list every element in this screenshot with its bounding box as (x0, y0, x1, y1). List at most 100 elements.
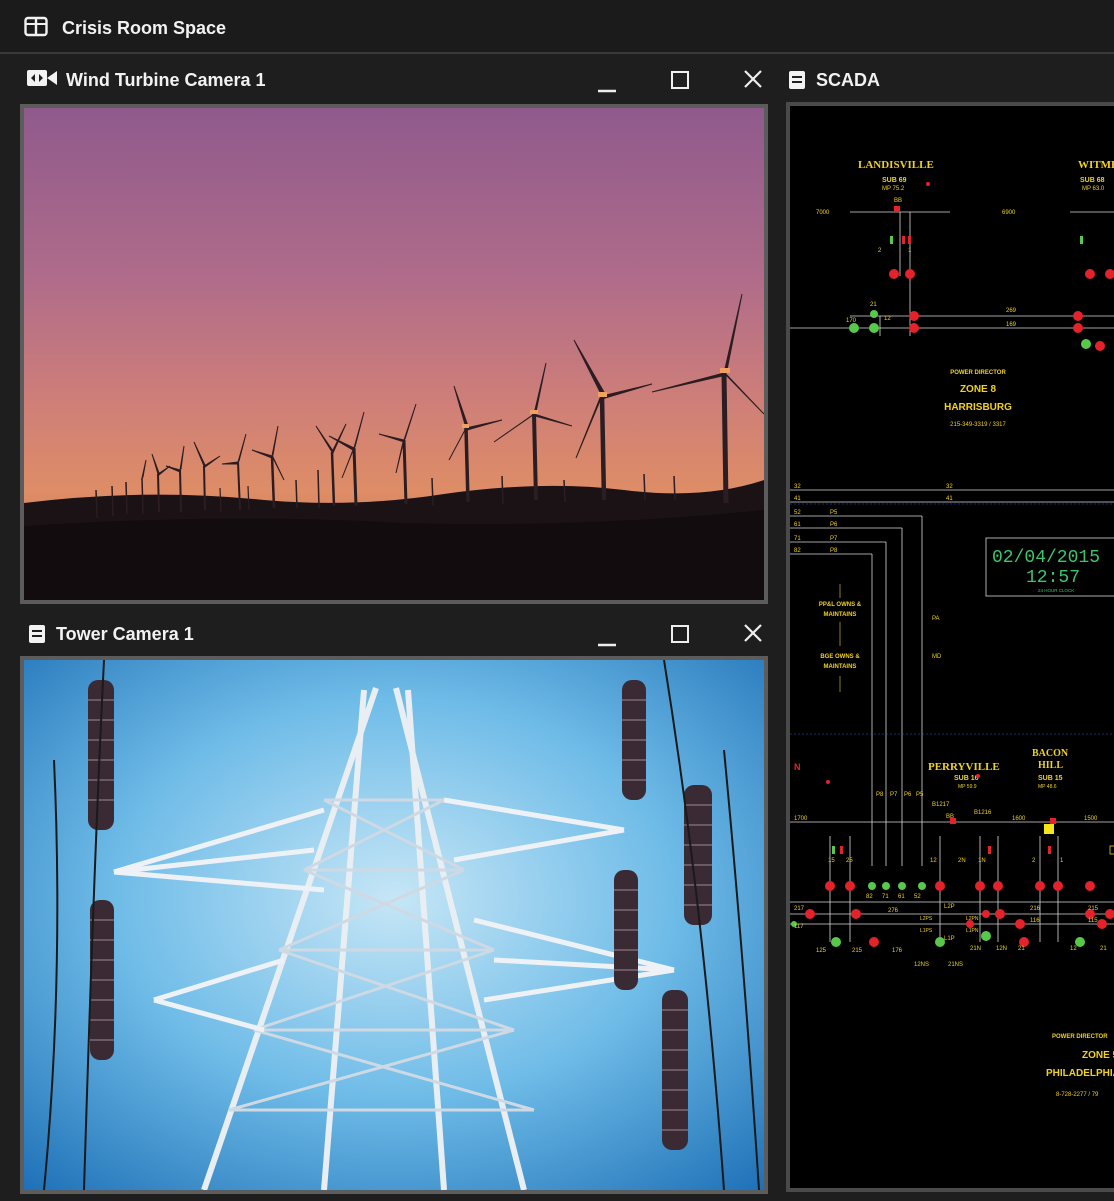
line-label: 215 (1088, 906, 1099, 912)
line-label: L2P (944, 904, 955, 910)
line-label: L2PS (920, 916, 933, 922)
line-label: 52 (914, 894, 921, 900)
line-label: 25 (846, 858, 853, 864)
bus-label: P8 (830, 548, 838, 554)
scada-panel-title: SCADA (816, 70, 881, 90)
state-label: PA (932, 616, 940, 622)
sub-id: SUB 15 (1038, 775, 1063, 782)
sub-name: BACON (1032, 748, 1069, 759)
app-title: Crisis Room Space (62, 18, 227, 38)
line-label: 2N (958, 858, 966, 864)
line-label: 12 (884, 316, 891, 322)
close-button[interactable] (742, 622, 764, 649)
line-label: 12 (1070, 946, 1077, 952)
maximize-button[interactable] (670, 624, 690, 649)
line-label: 217 (794, 906, 805, 912)
line-label: 115 (1088, 918, 1098, 924)
line-label: 71 (882, 894, 889, 900)
sub-mp: MP 75.2 (882, 186, 905, 192)
sub-mp: MP 63.0 (1082, 186, 1105, 192)
line-label: 169 (1006, 322, 1017, 328)
workspace-icon (24, 16, 48, 43)
clock-time: 12:57 (1026, 568, 1080, 588)
sub-name: LANDISVILLE (858, 159, 934, 171)
line-label: 21 (870, 302, 877, 308)
clock-date: 02/04/2015 (992, 548, 1100, 568)
line-label: 7000 (816, 210, 830, 216)
app-header: Crisis Room Space (0, 0, 1114, 54)
zone-role: POWER DIRECTOR (1052, 1034, 1108, 1040)
state-label: MD (932, 654, 942, 660)
bus-label: 82 (794, 548, 801, 554)
bus-label: 41 (794, 496, 801, 502)
line-label: L1PS (920, 928, 933, 934)
line-label: 21 (1100, 946, 1107, 952)
minimize-button[interactable] (596, 626, 618, 653)
tower-panel-title: Tower Camera 1 (56, 624, 194, 644)
wind-panel-title: Wind Turbine Camera 1 (66, 70, 266, 90)
line-label: P6 (904, 792, 912, 798)
sub-id: SUB 68 (1080, 177, 1105, 184)
zone-name: ZONE 8 (960, 384, 997, 395)
tower-image (24, 660, 764, 1190)
clock-caption: 24 HOUR CLOCK (1038, 588, 1074, 593)
sub-id: SUB 69 (882, 177, 907, 184)
bus-label: 32 (794, 484, 801, 490)
zone-city: PHILADELPHIA (1046, 1068, 1114, 1079)
line-label: 21 (1018, 946, 1025, 952)
line-label: 12NS (914, 962, 929, 968)
line-label: L1PN (966, 928, 979, 934)
line-label: N (794, 762, 801, 772)
ownership-label: PP&L OWNS & (819, 602, 862, 608)
line-label: 116 (1030, 918, 1040, 924)
line-label: B1217 (932, 802, 950, 808)
zone-city: HARRISBURG (944, 402, 1012, 413)
line-label: L2PN (966, 916, 979, 922)
maximize-button[interactable] (670, 70, 690, 95)
line-label: 15 (828, 858, 835, 864)
wind-turbine-image (24, 108, 764, 600)
zone-phone: 8-728-2277 / 79 (1056, 1092, 1099, 1098)
ownership-label: BGE OWNS & (820, 654, 860, 660)
line-label: 2 (878, 248, 882, 254)
line-label: 12N (996, 946, 1007, 952)
bus-label: 71 (794, 536, 801, 542)
tower-camera-feed[interactable] (20, 656, 768, 1194)
line-label: 176 (892, 948, 903, 954)
sub-mp: MP 59.9 (958, 784, 977, 790)
line-label: 6900 (1002, 210, 1016, 216)
line-label: 170 (846, 318, 857, 324)
zone-name: ZONE 5 (1082, 1050, 1114, 1061)
line-label: 125 (816, 948, 827, 954)
scada-diagram: LANDISVILLE SUB 69 MP 75.2 WITMER SUB 68… (790, 159, 1114, 1098)
line-label: 276 (888, 908, 899, 914)
bb-label: BB (894, 198, 902, 204)
document-icon (788, 70, 806, 95)
line-label: 61 (898, 894, 905, 900)
wind-turbine-feed[interactable] (20, 104, 768, 604)
line-label: 1 (1060, 858, 1064, 864)
line-label: 117 (794, 924, 804, 930)
scada-feed[interactable]: LANDISVILLE SUB 69 MP 75.2 WITMER SUB 68… (786, 102, 1114, 1192)
line-label: 269 (1006, 308, 1017, 314)
bus-label: 52 (794, 510, 801, 516)
minimize-button[interactable] (596, 72, 618, 99)
line-label: P5 (916, 792, 924, 798)
line-label: 1600 (1012, 816, 1026, 822)
line-label: 21N (970, 946, 981, 952)
line-label: L1P (944, 936, 955, 942)
ownership-label: MAINTAINS (824, 664, 857, 670)
line-label: 216 (1030, 906, 1041, 912)
close-button[interactable] (742, 68, 764, 95)
line-label: B1216 (974, 810, 992, 816)
camera-icon (26, 68, 58, 93)
bus-label: P5 (830, 510, 838, 516)
line-label: 82 (866, 894, 873, 900)
line-label: 1700 (794, 816, 808, 822)
line-label: 1N (978, 858, 986, 864)
bus-label: P7 (830, 536, 838, 542)
bus-label: 61 (794, 522, 801, 528)
sub-name: HILL (1038, 760, 1063, 771)
zone-role: POWER DIRECTOR (950, 370, 1006, 376)
sub-name: PERRYVILLE (928, 761, 1000, 773)
